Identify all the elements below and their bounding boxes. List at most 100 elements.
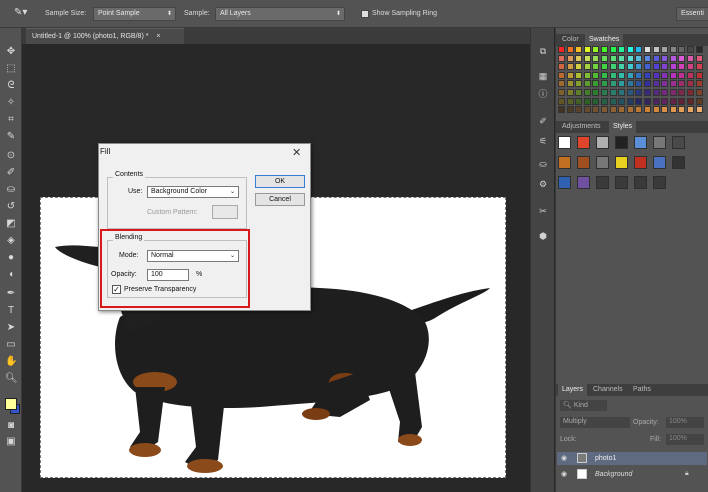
swatch[interactable] [566, 80, 574, 88]
swatch[interactable] [592, 80, 600, 88]
swatch[interactable] [661, 54, 669, 62]
style-preset[interactable] [615, 156, 628, 169]
swatch[interactable] [687, 54, 694, 62]
layers-opacity-field[interactable]: 100% [666, 417, 704, 428]
tab-swatches[interactable]: Swatches [585, 34, 624, 46]
swatch[interactable] [669, 54, 677, 62]
marquee-tool-icon[interactable]: ⬚ [5, 63, 17, 75]
style-preset[interactable] [577, 176, 590, 189]
swatch[interactable] [644, 63, 651, 71]
3d-panel-icon[interactable]: ⬢ [537, 230, 549, 242]
swatch[interactable] [601, 97, 608, 105]
swatch[interactable] [592, 46, 600, 53]
style-preset[interactable] [596, 136, 609, 149]
swatch[interactable] [678, 46, 686, 53]
layer-kind-filter[interactable]: 🔍︎ Kind [560, 400, 607, 411]
layer-row[interactable]: ◉ photo1 [557, 452, 707, 465]
swatch[interactable] [558, 106, 565, 114]
swatch[interactable] [661, 63, 669, 71]
workspace-switcher[interactable]: Essenti [676, 7, 708, 21]
swatch[interactable] [669, 89, 677, 96]
swatch[interactable] [583, 106, 591, 114]
shape-tool-icon[interactable]: ▭ [5, 339, 17, 351]
style-preset[interactable] [672, 136, 685, 149]
swatch[interactable] [618, 54, 626, 62]
swatch[interactable] [566, 54, 574, 62]
swatch[interactable] [592, 63, 600, 71]
swatch[interactable] [609, 106, 617, 114]
ok-button[interactable]: OK [255, 175, 305, 188]
swatch[interactable] [644, 106, 651, 114]
brush-presets-icon[interactable]: ✐ [537, 115, 549, 127]
blur-tool-icon[interactable]: ● [5, 252, 17, 264]
swatch[interactable] [558, 54, 565, 62]
fill-field[interactable]: 100% [666, 434, 704, 445]
style-preset[interactable] [672, 156, 685, 169]
info-panel-icon[interactable]: ⓘ [537, 88, 549, 100]
properties-panel-icon[interactable]: ▦ [537, 70, 549, 82]
swatch[interactable] [592, 89, 600, 96]
mode-select[interactable]: Normal ⌄ [147, 250, 239, 262]
swatch[interactable] [592, 71, 600, 79]
close-icon[interactable]: × [156, 33, 160, 40]
swatch[interactable] [609, 80, 617, 88]
swatch[interactable] [661, 97, 669, 105]
swatch[interactable] [626, 89, 634, 96]
swatch[interactable] [652, 54, 660, 62]
swatch[interactable] [695, 71, 703, 79]
brush-tool-icon[interactable]: ✐ [5, 167, 17, 179]
paint-bucket-icon[interactable]: ◈ [5, 235, 17, 247]
swatch[interactable] [644, 89, 651, 96]
style-preset[interactable] [577, 136, 590, 149]
tool-presets-icon[interactable]: ⚙ [537, 178, 549, 190]
swatch[interactable] [575, 54, 583, 62]
swatch[interactable] [566, 97, 574, 105]
swatch[interactable] [678, 106, 686, 114]
swatch[interactable] [566, 89, 574, 96]
swatch[interactable] [652, 89, 660, 96]
cancel-button[interactable]: Cancel [255, 193, 305, 206]
swatch[interactable] [558, 46, 565, 53]
tab-adjustments[interactable]: Adjustments [558, 121, 605, 133]
blend-mode-select[interactable]: Multiply [560, 417, 630, 428]
swatch[interactable] [661, 106, 669, 114]
swatch[interactable] [575, 63, 583, 71]
swatch[interactable] [583, 97, 591, 105]
style-preset[interactable] [577, 156, 590, 169]
use-select[interactable]: Background Color ⌄ [147, 186, 239, 198]
crop-tool-icon[interactable]: ⌗ [5, 114, 17, 126]
swatch[interactable] [669, 46, 677, 53]
swatch[interactable] [661, 89, 669, 96]
quick-mask-icon[interactable]: ◙ [5, 420, 17, 432]
style-preset[interactable] [558, 176, 571, 189]
tab-color[interactable]: Color [558, 34, 583, 46]
style-preset[interactable] [634, 136, 647, 149]
style-preset[interactable] [653, 156, 666, 169]
document-tab[interactable]: Untitled-1 @ 100% (photo1, RGB/8) * × [26, 28, 184, 44]
swatch[interactable] [652, 71, 660, 79]
swatch[interactable] [626, 54, 634, 62]
swatch[interactable] [635, 71, 643, 79]
style-preset[interactable] [596, 176, 609, 189]
swatch[interactable] [583, 63, 591, 71]
eyedropper-icon[interactable]: ✎ [5, 131, 17, 143]
swatch[interactable] [669, 97, 677, 105]
swatch[interactable] [687, 89, 694, 96]
swatch[interactable] [558, 71, 565, 79]
swatch[interactable] [678, 54, 686, 62]
layer-row[interactable]: ◉ Background 🔒︎ [557, 468, 707, 481]
swatch[interactable] [609, 97, 617, 105]
swatch[interactable] [609, 46, 617, 53]
swatch[interactable] [652, 46, 660, 53]
swatch[interactable] [558, 89, 565, 96]
swatch[interactable] [635, 46, 643, 53]
swatch[interactable] [618, 89, 626, 96]
clone-source-icon[interactable]: ⛀ [537, 158, 549, 170]
screen-mode-icon[interactable]: ▣ [5, 436, 17, 448]
style-preset[interactable] [653, 176, 666, 189]
move-tool-icon[interactable]: ✥ [5, 46, 17, 58]
swatch[interactable] [618, 46, 626, 53]
swatch[interactable] [618, 97, 626, 105]
style-preset[interactable] [615, 136, 628, 149]
swatch[interactable] [695, 97, 703, 105]
